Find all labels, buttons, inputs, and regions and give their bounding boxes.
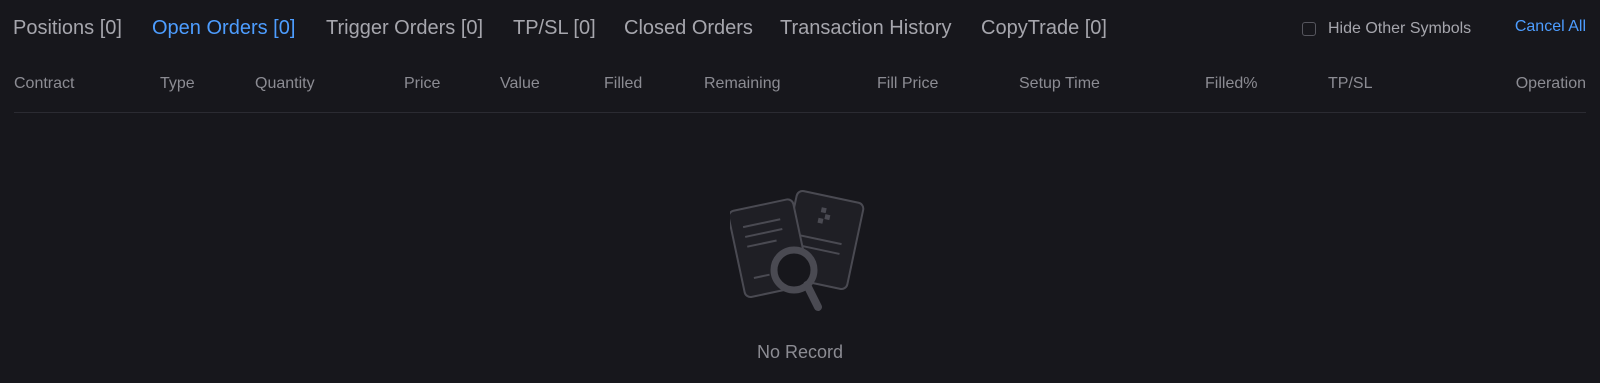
order-tabs: Positions [0] Open Orders [0] Trigger Or… bbox=[0, 0, 1600, 56]
column-header-fill-price: Fill Price bbox=[877, 75, 939, 92]
tab-positions[interactable]: Positions [0] bbox=[13, 16, 122, 40]
column-header-price: Price bbox=[404, 75, 441, 92]
column-header-contract: Contract bbox=[14, 75, 75, 92]
column-header-type: Type bbox=[160, 75, 195, 92]
tab-transaction-history[interactable]: Transaction History bbox=[780, 16, 952, 40]
document-search-icon bbox=[730, 190, 865, 311]
empty-state: No Record bbox=[0, 112, 1600, 383]
column-header-remaining: Remaining bbox=[704, 75, 781, 92]
tab-open-orders[interactable]: Open Orders [0] bbox=[152, 16, 295, 40]
column-header-filled-percent: Filled% bbox=[1205, 75, 1258, 92]
hide-other-symbols-checkbox[interactable] bbox=[1302, 22, 1316, 36]
open-orders-panel: Positions [0] Open Orders [0] Trigger Or… bbox=[0, 0, 1600, 383]
column-header-filled: Filled bbox=[604, 75, 643, 92]
column-header-value: Value bbox=[500, 75, 540, 92]
hide-other-symbols-toggle[interactable]: Hide Other Symbols bbox=[1302, 18, 1471, 40]
column-header-operation: Operation bbox=[1515, 75, 1586, 92]
column-header-setup-time: Setup Time bbox=[1019, 75, 1100, 92]
tab-tp-sl[interactable]: TP/SL [0] bbox=[513, 16, 596, 40]
tab-trigger-orders[interactable]: Trigger Orders [0] bbox=[326, 16, 483, 40]
empty-state-text: No Record bbox=[756, 342, 844, 362]
column-header-tp-sl: TP/SL bbox=[1328, 75, 1373, 92]
tab-copytrade[interactable]: CopyTrade [0] bbox=[981, 16, 1107, 40]
cancel-all-button[interactable]: Cancel All bbox=[1515, 18, 1586, 36]
column-header-quantity: Quantity bbox=[255, 75, 315, 92]
orders-table-header: Contract Type Quantity Price Value Fille… bbox=[14, 72, 1586, 113]
tab-closed-orders[interactable]: Closed Orders bbox=[624, 16, 753, 40]
hide-other-symbols-label: Hide Other Symbols bbox=[1328, 20, 1472, 37]
